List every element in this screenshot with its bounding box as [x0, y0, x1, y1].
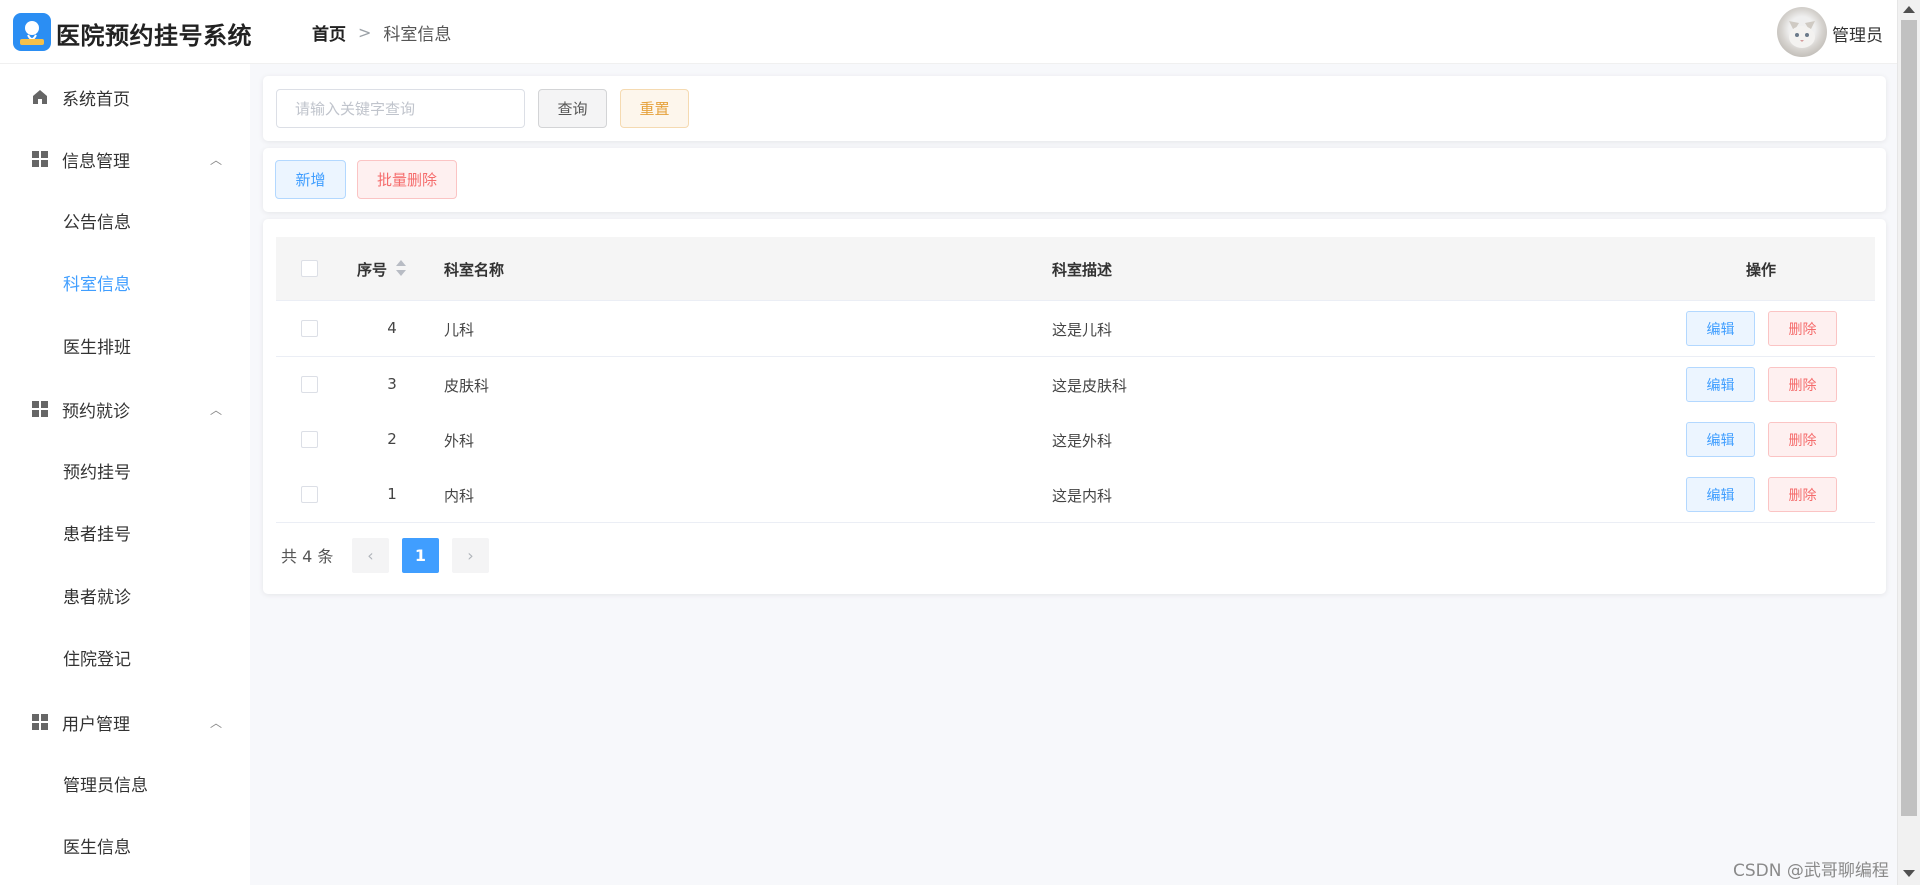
sort-icon[interactable] — [395, 259, 407, 277]
row-department-description: 这是外科 — [1052, 432, 1113, 450]
row-index: 3 — [387, 375, 397, 393]
column-header-description: 科室描述 — [1052, 261, 1113, 279]
sidebar: 系统首页 信息管理 ︿ 公告信息 科室信息 医生排班 预约就诊 ︿ 预约挂号 患… — [0, 64, 250, 885]
home-icon — [31, 88, 49, 106]
chevron-up-icon: ︿ — [210, 715, 223, 730]
sidebar-item-label: 患者就诊 — [63, 587, 131, 608]
reset-button[interactable]: 重置 — [620, 89, 689, 128]
breadcrumb: 首页 > 科室信息 — [312, 20, 451, 45]
sidebar-item-label: 医生信息 — [63, 837, 131, 858]
scroll-up-arrow-icon[interactable] — [1903, 6, 1915, 13]
row-checkbox[interactable] — [301, 486, 318, 503]
sidebar-item-label: 预约挂号 — [63, 462, 131, 483]
scroll-down-arrow-icon[interactable] — [1903, 870, 1915, 877]
row-department-name: 儿科 — [444, 321, 475, 339]
column-header-actions: 操作 — [1746, 261, 1777, 279]
sidebar-item-department[interactable]: 科室信息 — [0, 262, 250, 302]
app-title: 医院预约挂号系统 — [56, 22, 252, 50]
chevron-left-icon[interactable]: ‹ — [352, 538, 389, 573]
delete-button[interactable]: 删除 — [1768, 422, 1837, 457]
row-department-name: 内科 — [444, 487, 475, 505]
row-department-description: 这是皮肤科 — [1052, 377, 1128, 395]
row-index: 2 — [387, 430, 397, 448]
row-checkbox[interactable] — [301, 431, 318, 448]
batch-delete-button[interactable]: 批量删除 — [357, 160, 457, 199]
row-checkbox[interactable] — [301, 376, 318, 393]
edit-button[interactable]: 编辑 — [1686, 422, 1755, 457]
grid-icon — [31, 713, 49, 731]
row-department-description: 这是内科 — [1052, 487, 1113, 505]
table-header: 序号 科室名称 科室描述 操作 — [276, 237, 1875, 301]
grid-icon — [31, 400, 49, 418]
sidebar-item-hospitalization[interactable]: 住院登记 — [0, 637, 250, 677]
sidebar-group-info[interactable]: 信息管理 ︿ — [0, 139, 250, 179]
breadcrumb-current: 科室信息 — [383, 25, 452, 45]
edit-button[interactable]: 编辑 — [1686, 477, 1755, 512]
table-row: 1 内科 这是内科 编辑 删除 — [276, 467, 1875, 523]
row-department-description: 这是儿科 — [1052, 321, 1113, 339]
user-name[interactable]: 管理员 — [1832, 21, 1883, 46]
sidebar-item-admin-info[interactable]: 管理员信息 — [0, 763, 250, 803]
column-header-index[interactable]: 序号 — [357, 259, 387, 280]
vertical-scrollbar[interactable] — [1898, 0, 1920, 885]
top-header: 医院预约挂号系统 首页 > 科室信息 管理员 — [0, 0, 1898, 64]
row-index: 1 — [387, 485, 397, 503]
sidebar-item-label: 医生排班 — [63, 337, 131, 358]
sidebar-item-home[interactable]: 系统首页 — [0, 77, 250, 117]
sidebar-group-users[interactable]: 用户管理 ︿ — [0, 702, 250, 742]
row-index: 4 — [387, 319, 397, 337]
delete-button[interactable]: 删除 — [1768, 477, 1837, 512]
row-checkbox[interactable] — [301, 320, 318, 337]
sidebar-item-label: 系统首页 — [62, 89, 130, 110]
chevron-up-icon: ︿ — [210, 402, 223, 417]
breadcrumb-separator-icon: > — [358, 23, 372, 42]
edit-button[interactable]: 编辑 — [1686, 367, 1755, 402]
delete-button[interactable]: 删除 — [1768, 311, 1837, 346]
watermark: CSDN @武哥聊编程 — [1733, 861, 1889, 881]
sidebar-item-label: 科室信息 — [63, 274, 131, 295]
sidebar-item-label: 信息管理 — [62, 151, 130, 172]
sidebar-item-label: 预约就诊 — [62, 401, 130, 422]
delete-button[interactable]: 删除 — [1768, 367, 1837, 402]
select-all-checkbox[interactable] — [301, 260, 318, 277]
query-button[interactable]: 查询 — [538, 89, 607, 128]
table-row: 2 外科 这是外科 编辑 删除 — [276, 412, 1875, 468]
chevron-right-icon[interactable]: › — [452, 538, 489, 573]
row-department-name: 皮肤科 — [444, 377, 490, 395]
scrollbar-thumb[interactable] — [1901, 20, 1917, 816]
sidebar-item-doctor-schedule[interactable]: 医生排班 — [0, 325, 250, 365]
edit-button[interactable]: 编辑 — [1686, 311, 1755, 346]
table-row: 4 儿科 这是儿科 编辑 删除 — [276, 301, 1875, 357]
sidebar-group-appointment[interactable]: 预约就诊 ︿ — [0, 389, 250, 429]
sidebar-item-label: 住院登记 — [63, 649, 131, 670]
sidebar-item-label: 公告信息 — [63, 212, 131, 233]
sidebar-item-patient-visit[interactable]: 患者就诊 — [0, 575, 250, 615]
sidebar-item-booking[interactable]: 预约挂号 — [0, 450, 250, 490]
table-row: 3 皮肤科 这是皮肤科 编辑 删除 — [276, 357, 1875, 413]
sidebar-item-label: 患者挂号 — [63, 524, 131, 545]
cat-avatar[interactable] — [1777, 7, 1827, 57]
sidebar-item-label: 管理员信息 — [63, 775, 148, 796]
sidebar-item-doctor-info[interactable]: 医生信息 — [0, 825, 250, 865]
breadcrumb-home[interactable]: 首页 — [312, 20, 346, 45]
column-header-name: 科室名称 — [444, 261, 505, 279]
pagination-total: 共 4 条 — [281, 547, 334, 566]
sidebar-item-notice[interactable]: 公告信息 — [0, 200, 250, 240]
add-button[interactable]: 新增 — [275, 160, 346, 199]
hospital-logo-icon[interactable] — [13, 13, 51, 51]
page-number-button[interactable]: 1 — [402, 538, 439, 573]
sidebar-item-label: 用户管理 — [62, 714, 130, 735]
sidebar-item-patient-registration[interactable]: 患者挂号 — [0, 512, 250, 552]
grid-icon — [31, 150, 49, 168]
toolbar-panel — [263, 148, 1886, 212]
chevron-up-icon: ︿ — [210, 152, 223, 167]
search-input[interactable] — [276, 89, 525, 128]
row-department-name: 外科 — [444, 432, 475, 450]
